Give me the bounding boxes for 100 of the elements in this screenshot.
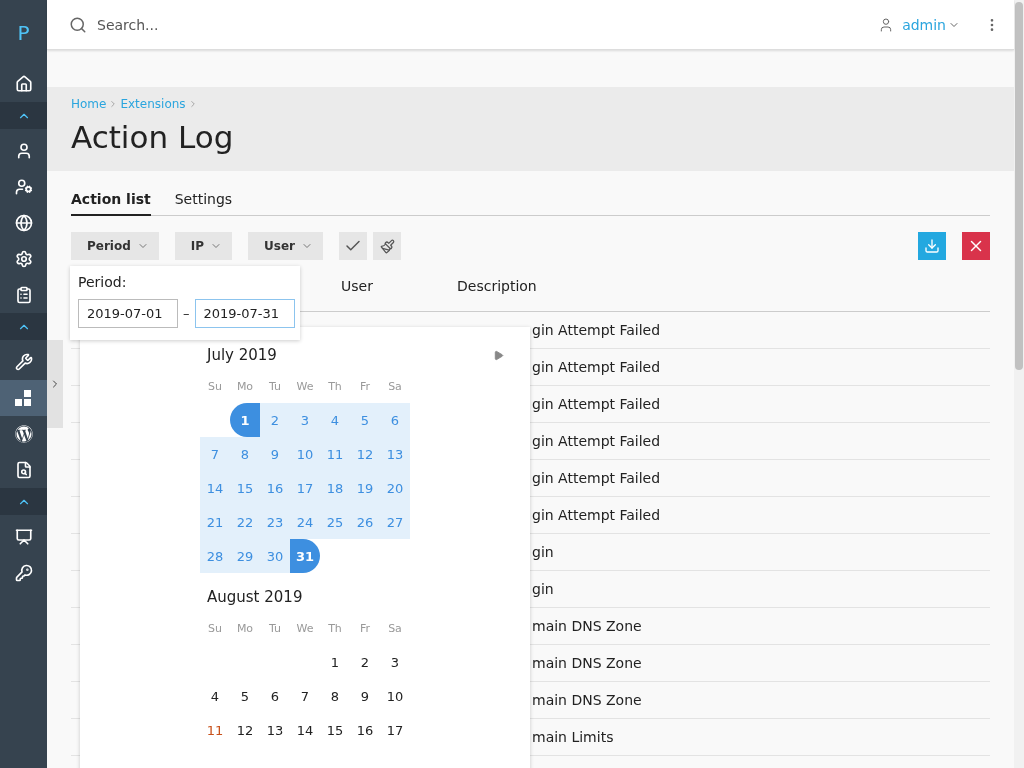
table-cell: gin Attempt Failed [532,359,661,375]
filter-button[interactable]: IP [174,232,233,260]
tab[interactable]: Settings [174,191,233,216]
weekday-label: Mo [235,379,255,393]
calendar-day[interactable]: 12 [350,437,380,471]
table-cell: gin Attempt Failed [532,433,661,449]
wordpress-icon [14,425,33,443]
calendar-day[interactable]: 19 [350,471,380,505]
delete-button[interactable] [962,232,990,260]
filter-button[interactable]: User [248,232,324,260]
calendar-day[interactable]: 26 [350,505,380,539]
weekday-label: Su [207,379,223,393]
calendar-day[interactable]: 13 [260,713,290,747]
calendar-day[interactable]: 30 [260,539,290,573]
scrollbar[interactable] [1014,0,1024,768]
calendar-day[interactable]: 14 [290,713,320,747]
calendar-day[interactable]: 12 [230,713,260,747]
sidebar-group-toggle[interactable] [0,488,47,515]
weekday-label: Fr [358,621,372,635]
calendar-day[interactable]: 10 [380,679,410,713]
month-title: August 2019 [206,588,303,606]
sidebar-item[interactable] [0,380,47,416]
date-to-field[interactable]: 2019-07-31 [194,299,295,328]
calendar-day[interactable]: 4 [320,403,350,437]
calendar-day[interactable]: 17 [380,713,410,747]
calendar-day[interactable]: 18 [320,471,350,505]
calendar-day[interactable]: 27 [380,505,410,539]
calendar-day[interactable]: 8 [320,679,350,713]
tab[interactable]: Action list [71,191,151,216]
table-cell: main DNS Zone [532,618,642,634]
globe-icon [14,214,33,232]
month-title: July 2019 [205,346,277,364]
collapse-handle[interactable] [47,340,63,428]
user-gear-icon [14,178,33,196]
calendar-day[interactable]: 8 [230,437,260,471]
table-cell: main DNS Zone [532,655,642,671]
calendar-day[interactable]: 9 [260,437,290,471]
calendar-day[interactable]: 21 [200,505,230,539]
key-icon [14,564,33,582]
calendar-day[interactable]: 3 [290,403,320,437]
calendar-day[interactable]: 2 [350,645,380,679]
gear-icon [14,250,33,268]
calendar-day[interactable]: 11 [320,437,350,471]
user-menu-link[interactable]: admin [902,16,960,33]
logo[interactable]: P [0,0,47,66]
calendar-day[interactable]: 15 [230,471,260,505]
calendar-day[interactable]: 31 [290,539,320,573]
range-separator: – [183,306,190,321]
calendar-day[interactable]: 16 [350,713,380,747]
calendar-day[interactable]: 24 [290,505,320,539]
calendar-day[interactable]: 13 [380,437,410,471]
filter-button[interactable]: Period [71,232,159,260]
calendar-day[interactable]: 15 [320,713,350,747]
column-header: Description [457,277,537,294]
calendar-day[interactable]: 9 [350,679,380,713]
weekday-label: Sa [387,621,403,635]
calendar-day[interactable]: 16 [260,471,290,505]
clear-filter-button[interactable] [373,232,402,260]
search-input[interactable]: Search... [95,15,871,34]
breadcrumb-link[interactable]: Home [71,97,107,111]
calendar-day[interactable]: 4 [200,679,230,713]
weekday-label: Th [327,621,343,635]
calendar-day[interactable]: 6 [260,679,290,713]
calendar-day[interactable]: 1 [230,403,260,437]
calendar-day[interactable]: 28 [200,539,230,573]
period-label: Period: [78,274,128,290]
table-cell: gin [532,581,554,597]
calendar-day[interactable]: 3 [380,645,410,679]
apply-button[interactable] [339,232,368,260]
calendar-day[interactable]: 5 [230,679,260,713]
calendar-day[interactable]: 17 [290,471,320,505]
calendar-day[interactable]: 11 [200,713,230,747]
calendar-day[interactable]: 6 [380,403,410,437]
calendar-day[interactable]: 1 [320,645,350,679]
calendar-day[interactable]: 10 [290,437,320,471]
sidebar-group-toggle[interactable] [0,313,47,340]
calendar-day[interactable]: 5 [350,403,380,437]
tools-icon [14,353,33,371]
calendar-day[interactable]: 29 [230,539,260,573]
calendar-day[interactable]: 2 [260,403,290,437]
calendar-day[interactable]: 25 [320,505,350,539]
table-cell: gin [532,544,554,560]
date-from-field[interactable]: 2019-07-01 [78,299,178,328]
next-month-icon[interactable] [493,349,504,361]
weekday-label: Tu [268,621,282,635]
calendar-day[interactable]: 23 [260,505,290,539]
sidebar-group-toggle[interactable] [0,102,47,129]
weekday-label: Mo [235,621,255,635]
weekday-label: We [295,621,315,635]
calendar-day[interactable]: 7 [290,679,320,713]
calendar-day[interactable]: 20 [380,471,410,505]
calendar-day[interactable]: 7 [200,437,230,471]
table-cell: gin Attempt Failed [532,396,661,412]
table-cell: gin Attempt Failed [532,322,661,338]
table-cell: gin Attempt Failed [532,507,661,523]
clipboard-icon [14,286,33,304]
calendar-day[interactable]: 14 [200,471,230,505]
calendar-day[interactable]: 22 [230,505,260,539]
breadcrumb-link[interactable]: Extensions [120,97,186,111]
blocks-icon [14,389,33,407]
